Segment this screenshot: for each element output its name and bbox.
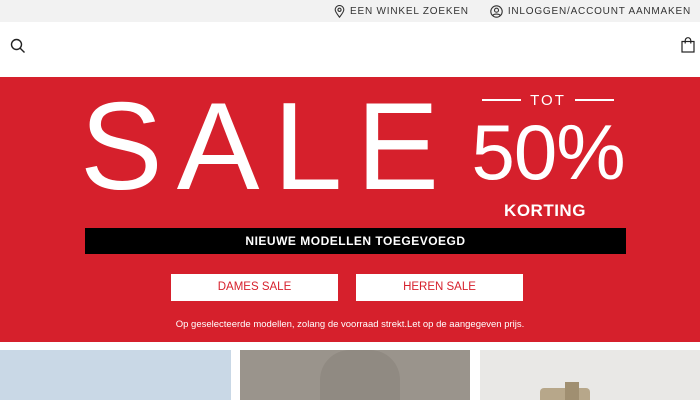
account-label: INLOGGEN/ACCOUNT AANMAKEN	[507, 5, 691, 17]
discount-percentage: 50%	[471, 108, 625, 196]
tot-label: TOT	[530, 91, 566, 109]
main-header	[0, 22, 700, 77]
store-finder-label: EEN WINKEL ZOEKEN	[350, 5, 469, 17]
utility-bar: EEN WINKEL ZOEKEN INLOGGEN/ACCOUNT AANMA…	[0, 0, 700, 22]
search-button[interactable]	[10, 38, 28, 56]
dames-sale-button[interactable]: DAMES SALE	[171, 274, 338, 301]
shopping-bag-button[interactable]	[681, 37, 697, 55]
new-models-banner[interactable]: NIEUWE MODELLEN TOEGEVOEGD	[85, 228, 626, 254]
divider-left	[482, 99, 522, 101]
account-link[interactable]: INLOGGEN/ACCOUNT AANMAKEN	[490, 4, 691, 18]
product-image	[320, 350, 400, 400]
search-icon	[10, 38, 25, 53]
korting-label: KORTING	[504, 201, 586, 220]
sale-headline: SALE	[80, 78, 454, 216]
store-finder-link[interactable]: EEN WINKEL ZOEKEN	[334, 4, 469, 18]
user-icon	[490, 4, 503, 18]
product-tile[interactable]	[480, 350, 700, 400]
sale-hero-banner[interactable]: SALE TOT 50% KORTING NIEUWE MODELLEN TOE…	[0, 77, 700, 342]
product-tile[interactable]	[240, 350, 470, 400]
location-pin-icon	[334, 4, 345, 18]
page: EEN WINKEL ZOEKEN INLOGGEN/ACCOUNT AANMA…	[0, 0, 700, 400]
product-image	[565, 382, 579, 400]
shopping-bag-icon	[681, 37, 695, 53]
product-tile[interactable]	[0, 350, 231, 400]
disclaimer-text: Op geselecteerde modellen, zolang de voo…	[175, 319, 525, 330]
heren-sale-button[interactable]: HEREN SALE	[356, 274, 523, 301]
divider-right	[574, 99, 615, 101]
